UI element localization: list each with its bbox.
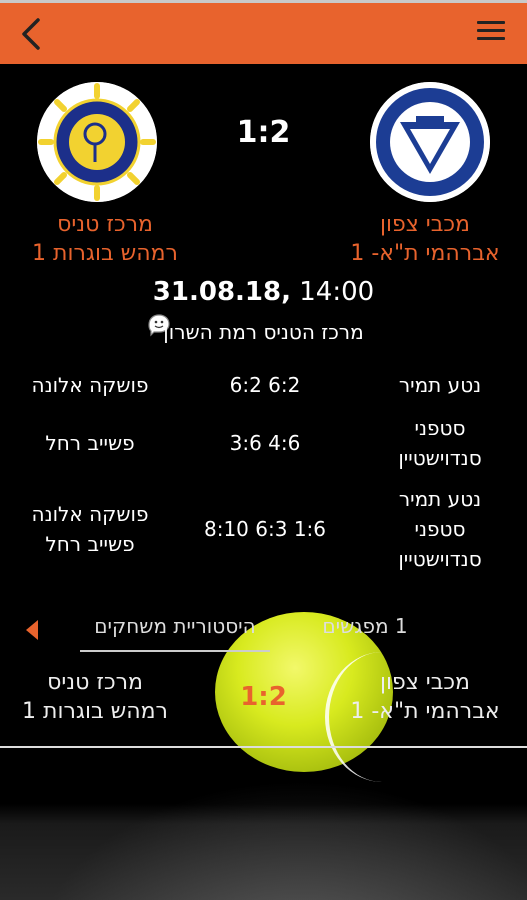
away-player: פושקה אלונה פשייב רחל <box>31 502 149 556</box>
match-time: 14:00 <box>299 277 375 307</box>
match-date: 31.08.18, <box>152 277 291 307</box>
away-player: פשייב רחל <box>45 431 135 455</box>
hamburger-menu-icon[interactable] <box>477 21 505 45</box>
tabs: היסטוריית משחקים 1 מפגשים <box>0 612 527 652</box>
tab-meetings[interactable]: 1 מפגשים <box>310 614 420 638</box>
top-bar <box>0 0 527 64</box>
divider <box>0 746 527 748</box>
game-score: 4:6 3:6 <box>229 431 301 455</box>
game-score: 6:2 6:2 <box>229 373 301 397</box>
home-player: נטע תמיר סטפני סנדוישטיין <box>398 487 482 571</box>
home-team-name[interactable]: מכבי צפון אברהמי ת"א- 1 <box>325 210 525 268</box>
tab-active-indicator <box>80 650 270 652</box>
match-score: 1:2 <box>236 115 291 150</box>
home-player: סטפני סנדוישטיין <box>398 416 482 470</box>
home-player: נטע תמיר <box>398 373 482 397</box>
caret-left-icon[interactable] <box>26 620 38 640</box>
game-score: 1:6 6:3 8:10 <box>203 517 326 541</box>
away-team-name[interactable]: מרכז טניס רמהש בוגרות 1 <box>5 210 205 268</box>
away-player: פושקה אלונה <box>31 373 149 397</box>
chevron-left-icon[interactable] <box>14 14 50 54</box>
tab-history[interactable]: היסטוריית משחקים <box>80 614 270 638</box>
match-datetime: 31.08.18, 14:00 <box>0 277 527 307</box>
match-venue: מרכז הטניס רמת השרון <box>163 320 364 344</box>
h2h-home-team: מכבי צפון אברהמי ת"א- 1 <box>350 670 500 724</box>
